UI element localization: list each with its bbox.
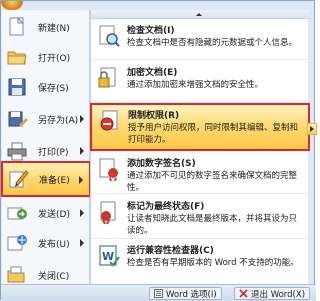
left-item-open[interactable]: 打开(O)	[2, 40, 90, 74]
compatibility-checker-icon: W	[97, 244, 121, 268]
left-item-label: 发送(D)	[38, 209, 70, 220]
save-icon	[6, 76, 32, 98]
inspect-document-icon	[97, 24, 121, 48]
close-document-icon	[6, 264, 32, 286]
submenu-arrow-icon	[80, 209, 84, 217]
office-button[interactable]	[1, 1, 23, 10]
save-as-icon	[6, 108, 32, 130]
left-item-label: 新建(N)	[38, 23, 70, 34]
left-item-send[interactable]: 发送(D)	[2, 196, 90, 230]
submenu-arrow-icon	[80, 239, 84, 247]
sub-item-title: 检查文档(I)	[127, 26, 175, 36]
sub-item-desc: 检查是否有早期版本的 Word 不支持的功能。	[127, 258, 299, 268]
sub-item-compatibility-checker[interactable]: W 运行兼容性检查器(C) 检查是否有早期版本的 Word 不支持的功能。	[91, 240, 309, 280]
sub-item-title: 运行兼容性检查器(C)	[127, 246, 214, 256]
sub-item-digital-signature[interactable]: 添加数字签名(S) 通过添加不可见的数字签名来确保文档的完整性。	[91, 153, 309, 193]
office-menu: 新建(N) 打开(O) 保存(S) 另存为(A) 打印(P) 准备(E) 发送(…	[0, 0, 317, 301]
left-item-label: 打印(P)	[38, 147, 69, 158]
sub-item-title: 限制权限(R)	[128, 111, 180, 121]
left-item-publish[interactable]: 发布(U)	[2, 226, 90, 260]
sub-item-inspect-document[interactable]: 检查文档(I) 检查文档中是否有隐藏的元数据或个人信息。	[91, 20, 309, 58]
options-icon	[154, 289, 163, 298]
word-options-label: Word 选项(I)	[166, 289, 217, 300]
sub-item-restrict-permission[interactable]: 限制权限(R) 授予用户访问权限，同时限制其编辑、复制和打印能力。	[90, 103, 317, 151]
prepare-icon	[7, 168, 33, 190]
sub-item-title: 添加数字签名(S)	[127, 159, 196, 169]
sub-item-title: 标记为最终状态(F)	[127, 202, 205, 212]
open-folder-icon	[6, 46, 32, 68]
divider	[91, 193, 309, 194]
sub-item-desc: 通过添加不可见的数字签名来确保文档的完整性。	[127, 171, 298, 193]
divider	[91, 238, 309, 239]
sub-item-desc: 授予用户访问权限，同时限制其编辑、复制和打印能力。	[128, 123, 299, 145]
new-document-icon	[6, 16, 32, 38]
svg-text:W: W	[102, 250, 114, 263]
submenu-arrow-icon	[80, 115, 84, 123]
sub-item-desc: 让读者知晓此文档是最终版本，并将其设为只读的。	[127, 214, 298, 236]
left-command-list: 新建(N) 打开(O) 保存(S) 另存为(A) 打印(P) 准备(E) 发送(…	[1, 10, 91, 286]
encrypt-document-icon	[97, 66, 121, 90]
sub-item-desc: 通过添加加密来增强文档的安全性。	[127, 80, 264, 90]
left-item-save-as[interactable]: 另存为(A)	[2, 102, 90, 136]
divider	[91, 59, 309, 60]
submenu-arrow-icon	[80, 147, 84, 155]
left-item-prepare[interactable]: 准备(E)	[1, 161, 91, 197]
sub-item-title: 加密文档(E)	[127, 68, 178, 78]
menu-footer: Word 选项(I) 退出 Word(X)	[1, 284, 316, 301]
exit-word-label: 退出 Word(X)	[251, 289, 306, 300]
sub-item-desc: 检查文档中是否有隐藏的元数据或个人信息。	[127, 38, 298, 48]
exit-word-button[interactable]: 退出 Word(X)	[234, 287, 311, 300]
scroll-up-button[interactable]	[91, 10, 309, 19]
submenu-arrow-icon	[79, 176, 83, 184]
left-item-label: 准备(E)	[39, 175, 70, 186]
left-item-label: 发布(U)	[38, 239, 70, 250]
mark-final-icon	[97, 200, 121, 225]
left-item-label: 保存(S)	[38, 83, 69, 94]
divider	[91, 102, 309, 103]
submenu-expand-icon[interactable]	[307, 123, 317, 135]
left-item-label: 关闭(C)	[38, 271, 70, 282]
restrict-permission-icon	[98, 109, 122, 133]
left-item-label: 打开(O)	[38, 53, 71, 64]
left-item-label: 另存为(A)	[38, 115, 79, 126]
left-item-new[interactable]: 新建(N)	[2, 10, 90, 44]
close-x-icon	[239, 289, 248, 298]
print-icon	[6, 140, 32, 162]
sub-item-encrypt-document[interactable]: 加密文档(E) 通过添加加密来增强文档的安全性。	[91, 62, 309, 100]
word-options-button[interactable]: Word 选项(I)	[149, 287, 222, 300]
publish-icon	[6, 232, 32, 254]
send-icon	[6, 202, 32, 224]
prepare-submenu: 检查文档(I) 检查文档中是否有隐藏的元数据或个人信息。 加密文档(E) 通过添…	[90, 10, 317, 284]
sub-item-mark-final[interactable]: 标记为最终状态(F) 让读者知晓此文档是最终版本，并将其设为只读的。	[91, 196, 309, 236]
digital-signature-icon	[97, 157, 121, 182]
left-item-save[interactable]: 保存(S)	[2, 70, 90, 104]
